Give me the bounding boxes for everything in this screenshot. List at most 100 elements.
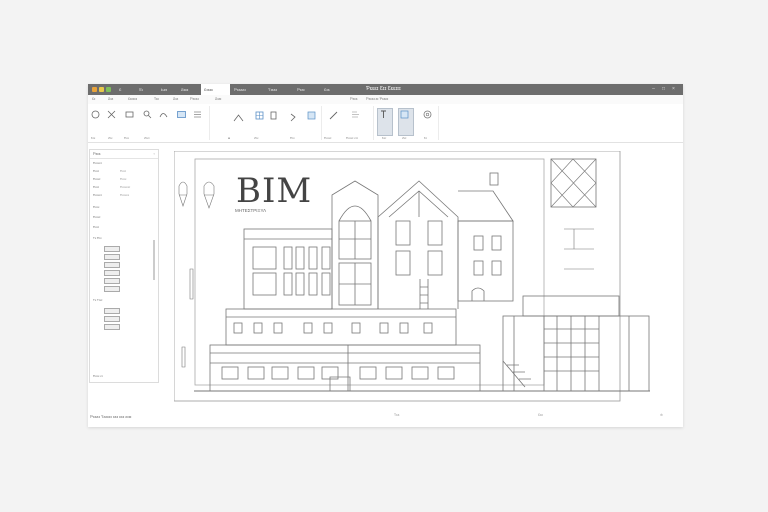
app-window: Ɛ Ἐɩ Ьɪэ Ƨɪɛɪ Ɛɪɛɪɛ Ƥɛɛɛɛɪ Ƭɪɛɛɪ Ƥɪɛɪ Ɛɪ… [88,84,683,427]
title-bar: Ɛ Ἐɩ Ьɪэ Ƨɪɛɪ Ɛɪɛɪɛ Ƥɛɛɛɛɪ Ƭɪɛɛɪ Ƥɪɛɪ Ɛɪ… [88,84,683,95]
tab-architecture[interactable]: Ɛɪɛɪɛ [201,84,230,95]
save-icon[interactable] [99,87,104,92]
stair-icon[interactable] [288,112,299,123]
document-title: Ƥɛɛɛɪ Ɛɪɪ Ɛɛɛɪɪɪ [366,86,401,92]
ribbon-label[interactable]: Ƨɪɛ [173,97,178,101]
pencil-icon[interactable] [328,110,339,121]
image-icon[interactable] [176,109,187,120]
view-thumbnail[interactable] [104,254,120,260]
view-thumbnail[interactable] [104,278,120,284]
status-item[interactable]: Ɛɪɛ [538,413,543,417]
tab-view[interactable]: Ьɪэ [158,84,170,95]
window-icon[interactable] [254,110,265,121]
ribbon-divider [373,106,374,140]
group-label: ⴴ [228,136,231,140]
ribbon-divider [209,106,210,140]
view-thumbnail[interactable] [104,324,120,330]
circle-icon[interactable] [90,109,101,120]
drawing-subtitle: ΜΗΤΕΣΤΡΙΞΥΛ [235,208,267,213]
building-timber-house [377,180,459,309]
minimize-icon[interactable]: – [651,87,656,92]
view-thumbnail[interactable] [104,286,120,292]
view-thumbnail[interactable] [104,262,120,268]
property-row[interactable]: Ƥɛɛɪ Ƥɛɛɪ [90,167,156,175]
property-row[interactable]: Ƥɛɛɛɛɪ [90,159,156,167]
group-label: Ɛɪ [424,136,427,140]
tab-systems[interactable]: Ƭɪɛɛɪ [265,84,280,95]
property-row[interactable]: Ƥɛɛɪ [90,223,156,231]
tab-annotate[interactable]: Ƥɪɛɪ [294,84,308,95]
search-icon[interactable] [142,109,153,120]
property-row[interactable]: Ƥɛɛɛɛɪ Ƥɛɛɛɛɛ [90,191,156,199]
group-label: Ƥɪɛ [290,136,295,140]
group-label: Ɛɪɛ [91,136,96,140]
settings-icon[interactable] [422,109,433,120]
property-row[interactable]: Ƥɛɛɛɪ [90,213,156,221]
ribbon: Ɛɪɛ Ƨɪɛ Ƥɛɛ Ƨɪɛɪ ⴴ Ƨɪɛ Ƥɪɛ Ƥɛɛɛɪ Ƥɛɛɛɪ ɛ… [88,104,683,143]
tab-edit[interactable]: Ἐɩ [136,84,146,95]
maximize-icon[interactable]: □ [661,87,666,92]
view-thumbnail[interactable] [104,246,120,252]
ribbon-label[interactable]: Ɛɪɛɪɛɪ [128,97,137,101]
tab-manage[interactable]: Ɛɪɛ [321,84,333,95]
ribbon-label[interactable]: Ƭɪɛ [154,97,159,101]
group-label: Ɛɛɪ [382,136,387,140]
status-item[interactable]: Ƭɛɛ [394,413,399,417]
tree-section-header[interactable]: Ƭɛ Ƭɪɛɪ [90,296,156,304]
group-label: Ƥɛɛ [124,136,130,140]
close-icon[interactable]: × [671,87,676,92]
drawing-title: BIM [236,171,313,211]
panel-search[interactable]: Ƥɛɛɛ ɛɪ [90,372,156,380]
material-button[interactable] [398,108,414,136]
tree-section-header[interactable]: Ƭɛ Ƥɪɛ [90,234,156,242]
group-label: Ƥɛɛɛɪ [324,136,332,140]
ribbon-divider [321,106,322,140]
roof-icon[interactable] [233,113,244,124]
view-thumbnail[interactable] [104,308,120,314]
property-row[interactable]: Ƥɛɛɛɪ Ƥɛɛɛ [90,175,156,183]
status-text: Ƥɛɛɛɪ Ƭɛɛɛɪɪ ɛɛɪ ɛɛɪ ɛɪɪɪ [90,414,132,419]
ribbon-divider [438,106,439,140]
rectangle-icon[interactable] [124,109,135,120]
property-row[interactable]: Ƥɛɛɛ [90,203,156,211]
tag-icon[interactable] [350,109,361,120]
building-glass-top [522,295,620,317]
ribbon-label[interactable]: Ƥɛɛɛ [350,97,357,101]
group-label: Ƥɛɛɛɪ ɛɪɪ [346,136,358,140]
text-tool-button[interactable] [377,108,393,136]
view-thumbnail[interactable] [104,316,120,322]
panel-scrollbar[interactable] [153,240,155,280]
panel-title: Ƥɛɛɛ [93,152,101,156]
properties-panel: Ƥɛɛɛ ▫ Ƥɛɛɛɛɪ Ƥɛɛɪ Ƥɛɛɪ Ƥɛɛɛɪ Ƥɛɛɛ Ƥɛɛɪ Ƥɛɛ… [89,149,159,383]
pan-icon[interactable] [158,109,169,120]
detail-lines [550,158,597,208]
ribbon-label[interactable]: Ƨɪɛ [108,97,113,101]
view-thumbnail[interactable] [104,270,120,276]
group-label: Ƨɪɛ [108,136,113,140]
panel-header: Ƥɛɛɛ ▫ [90,150,158,159]
ribbon-label[interactable]: Ƥɛɛɛɪ [190,97,199,101]
app-icon[interactable] [92,87,97,92]
building-lower-upper [225,308,457,346]
zoom-icon[interactable]: ⊕ [660,413,663,417]
building-lower-base [209,344,481,392]
list-icon[interactable] [192,109,203,120]
tab-file[interactable]: Ɛ [116,84,124,95]
property-row[interactable]: Ƥɛɛɪ Ƥɛɛɛɛɛɪ [90,183,156,191]
wall-icon[interactable] [306,110,317,121]
close-icon[interactable]: ▫ [154,151,155,156]
group-label: Ƨɪɛ [254,136,259,140]
move-icon[interactable] [106,109,117,120]
section-marks [564,228,594,270]
undo-icon[interactable] [106,87,111,92]
tab-structure[interactable]: Ƥɛɛɛɛɪ [231,84,249,95]
sketch-object [178,181,188,207]
building-glass-body [502,315,650,392]
door-icon[interactable] [268,110,279,121]
ribbon-label[interactable]: Ƨɪɛɪ [215,97,221,101]
building-right-roof [458,190,514,222]
group-label: Ƨɛɪ [402,136,407,140]
ribbon-label[interactable]: Ƥɛɛɛɪ ɛɪ Ƥɛɛɛɪ [366,97,388,101]
tab-insert[interactable]: Ƨɪɛɪ [178,84,191,95]
ribbon-label[interactable]: Ɛɪ [92,97,95,101]
